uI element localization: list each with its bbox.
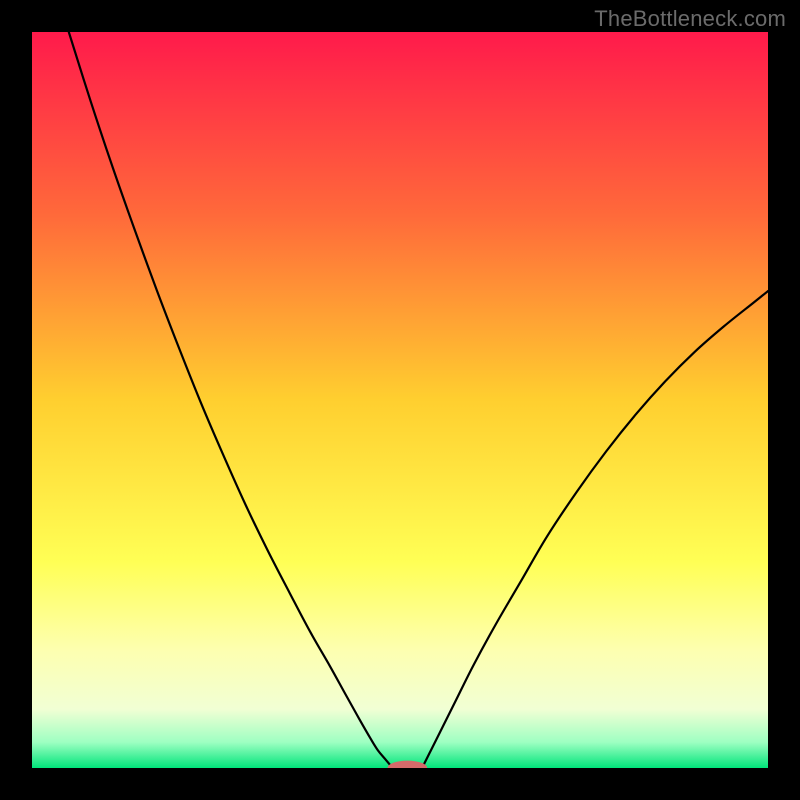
gradient-background <box>32 32 768 768</box>
watermark-text: TheBottleneck.com <box>594 6 786 32</box>
chart-frame: TheBottleneck.com <box>0 0 800 800</box>
plot-svg <box>32 32 768 768</box>
plot-area <box>32 32 768 768</box>
